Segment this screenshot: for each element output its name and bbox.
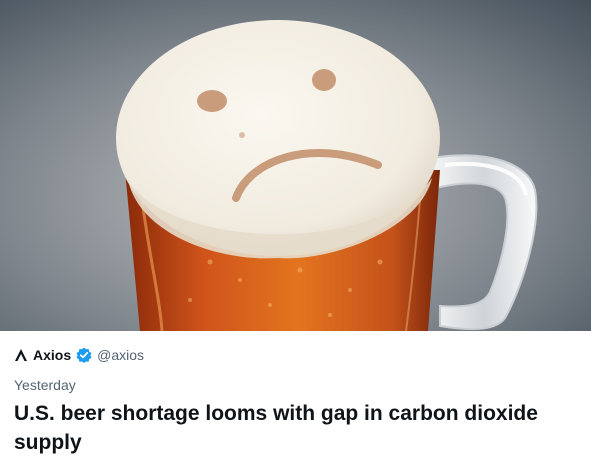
face-left-eye	[197, 90, 227, 112]
author-name[interactable]: Axios	[33, 347, 71, 363]
headline[interactable]: U.S. beer shortage looms with gap in car…	[14, 399, 579, 457]
face-right-eye	[312, 69, 336, 91]
foam-dot	[239, 132, 245, 138]
axios-caret-icon	[14, 348, 28, 362]
card-meta: Axios @axios Yesterday U.S. beer shortag…	[0, 331, 591, 463]
beer-photo-illustration	[0, 0, 591, 331]
author-row[interactable]: Axios @axios	[14, 345, 144, 365]
beer-mug-sad-face-photo[interactable]	[0, 0, 591, 331]
verified-badge-icon	[76, 347, 92, 363]
author-handle[interactable]: @axios	[97, 347, 144, 363]
timestamp[interactable]: Yesterday	[14, 377, 76, 393]
link-preview-card[interactable]: Axios @axios Yesterday U.S. beer shortag…	[0, 0, 591, 463]
